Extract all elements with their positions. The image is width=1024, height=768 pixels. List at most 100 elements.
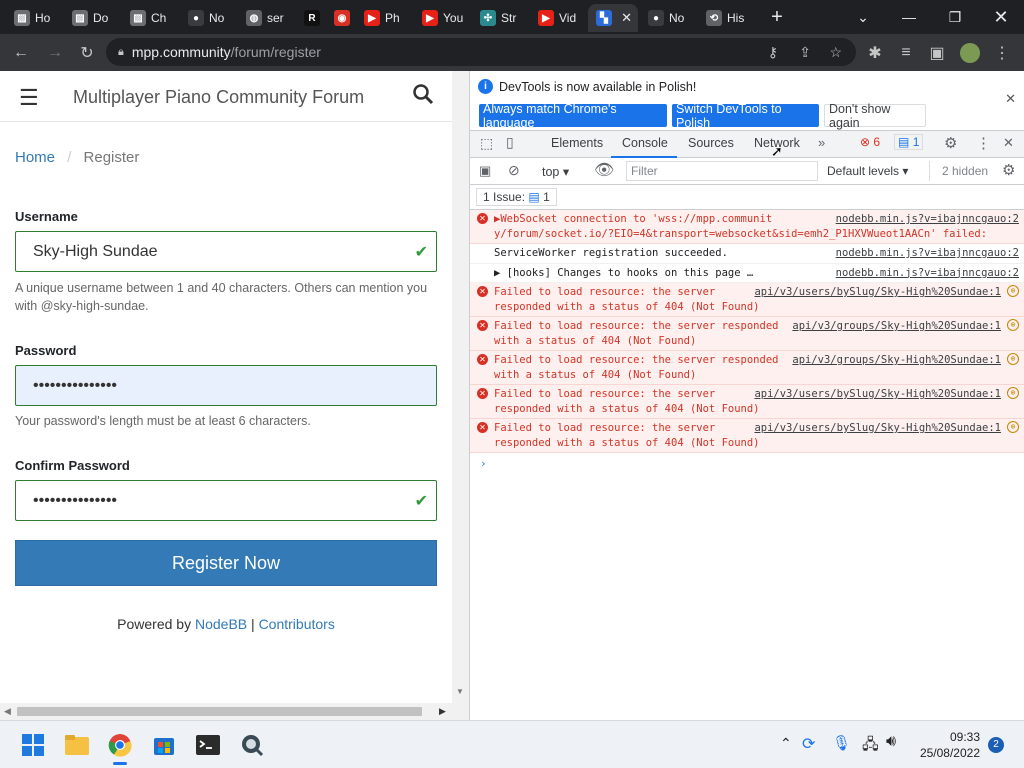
message-count-badge[interactable]: ▤ 1 xyxy=(894,134,924,150)
file-explorer-icon[interactable] xyxy=(63,731,91,759)
settings-gear-icon[interactable]: ⚙ xyxy=(944,134,957,152)
tab-search-icon[interactable]: ⌄ xyxy=(840,0,886,34)
menu-icon[interactable]: ⋮ xyxy=(989,40,1015,66)
reading-list-icon[interactable]: ≡ xyxy=(893,40,919,66)
message-source-link[interactable]: nodebb.min.js?v=ibajnncgauo:2 xyxy=(836,246,1019,261)
microsoft-store-icon[interactable] xyxy=(150,731,178,759)
network-globe-icon[interactable]: ⊕ xyxy=(1007,319,1019,331)
browser-tab[interactable]: ▶ You xyxy=(414,4,470,32)
browser-tab[interactable]: ▚ ✕ xyxy=(588,4,638,32)
message-source-link[interactable]: api/v3/users/bySlug/Sky-High%20Sundae:1 xyxy=(754,285,1001,300)
message-source-link[interactable]: api/v3/users/bySlug/Sky-High%20Sundae:1 xyxy=(754,387,1001,402)
volume-icon[interactable]: 🔊︎ xyxy=(886,733,896,751)
notification-badge[interactable]: 2 xyxy=(988,737,1004,753)
scroll-left-arrow-icon[interactable]: ◀ xyxy=(4,706,11,717)
side-panel-icon[interactable]: ▣ xyxy=(924,40,950,66)
browser-tab[interactable]: R xyxy=(296,4,324,32)
dont-show-again-button[interactable]: Don't show again xyxy=(824,102,926,130)
confirm-password-field[interactable]: ••••••••••••••• ✔ xyxy=(15,480,437,521)
address-bar[interactable]: 🔒︎ mpp.community/forum/register ⚷ ⇪ ☆ xyxy=(106,38,856,66)
network-globe-icon[interactable]: ⊕ xyxy=(1007,387,1019,399)
browser-tab[interactable]: ▶ Ph xyxy=(356,4,412,32)
close-tab-icon[interactable]: ✕ xyxy=(621,10,632,26)
start-windows-icon[interactable] xyxy=(19,731,47,759)
message-source-link[interactable]: nodebb.min.js?v=ibajnncgauo:2 xyxy=(836,266,1019,281)
tray-overflow-chevron-icon[interactable]: ⌃ xyxy=(780,735,792,752)
tab-console[interactable]: Console xyxy=(622,136,668,150)
search-icon[interactable] xyxy=(412,83,434,108)
browser-tab[interactable]: ▨ Ch xyxy=(122,4,178,32)
register-now-button[interactable]: Register Now xyxy=(15,540,437,586)
issues-button[interactable]: 1 Issue: ▤ 1 xyxy=(476,188,557,206)
page-vertical-scrollbar[interactable]: ▼ xyxy=(452,71,469,720)
chrome-icon[interactable] xyxy=(106,731,134,765)
console-settings-gear-icon[interactable]: ⚙ xyxy=(1002,161,1015,179)
match-chrome-language-button[interactable]: Always match Chrome's language xyxy=(479,102,667,130)
terminal-icon[interactable] xyxy=(194,731,222,759)
browser-tab[interactable]: ▨ Ho xyxy=(6,4,62,32)
profile-avatar[interactable] xyxy=(957,40,983,66)
scroll-right-arrow-icon[interactable]: ▶ xyxy=(439,706,446,717)
browser-tab[interactable]: ⟲ His xyxy=(698,4,754,32)
scroll-down-arrow-icon[interactable]: ▼ xyxy=(456,687,464,696)
message-text[interactable]: ▶ [hooks] Changes to hooks on this page … xyxy=(494,267,753,279)
browser-tab[interactable]: ● No xyxy=(180,4,236,32)
restore-button[interactable]: ❐ xyxy=(932,0,978,34)
minimize-button[interactable]: — xyxy=(886,0,932,34)
network-globe-icon[interactable]: ⊕ xyxy=(1007,353,1019,365)
message-source-link[interactable]: api/v3/groups/Sky-High%20Sundae:1 xyxy=(792,353,1001,368)
tab-sources[interactable]: Sources xyxy=(688,136,734,150)
horizontal-scroll-thumb[interactable] xyxy=(17,707,422,716)
error-count-badge[interactable]: ⊗ 6 xyxy=(860,135,880,149)
live-expression-eye-icon[interactable]: 👁︎ xyxy=(594,160,614,180)
log-levels-select[interactable]: Default levels ▾ xyxy=(827,164,908,178)
close-window-button[interactable]: ✕ xyxy=(978,0,1024,34)
message-source-link[interactable]: api/v3/users/bySlug/Sky-High%20Sundae:1 xyxy=(754,421,1001,436)
message-source-link[interactable]: api/v3/groups/Sky-High%20Sundae:1 xyxy=(792,319,1001,334)
browser-tab[interactable]: ✣ Str xyxy=(472,4,528,32)
sync-icon[interactable]: ⟳ xyxy=(802,734,815,754)
filter-input[interactable]: Filter xyxy=(626,161,818,181)
forward-icon[interactable]: → xyxy=(42,40,68,66)
switch-devtools-button[interactable]: Switch DevTools to Polish xyxy=(672,102,819,130)
infobar-close-icon[interactable]: ✕ xyxy=(1005,91,1016,107)
clear-console-icon[interactable]: ⊘ xyxy=(508,162,520,179)
breadcrumb-home[interactable]: Home xyxy=(15,149,55,166)
browser-tab[interactable]: ◉ xyxy=(326,4,354,32)
devtools-menu-icon[interactable]: ⋮ xyxy=(976,134,991,152)
console-prompt-input[interactable]: › xyxy=(470,453,1024,475)
share-icon[interactable]: ⇪ xyxy=(799,44,811,61)
device-toolbar-icon[interactable]: ▯ xyxy=(506,134,514,151)
password-field[interactable]: ••••••••••••••• xyxy=(15,365,437,406)
key-icon[interactable]: ⚷ xyxy=(768,44,778,61)
hamburger-menu-icon[interactable]: ☰ xyxy=(19,85,39,111)
reload-icon[interactable]: ↻ xyxy=(74,40,100,66)
network-globe-icon[interactable]: ⊕ xyxy=(1007,421,1019,433)
close-devtools-icon[interactable]: ✕ xyxy=(1003,135,1014,151)
app-icon[interactable] xyxy=(238,731,266,759)
page-horizontal-scrollbar[interactable]: ◀ ▶ xyxy=(0,703,452,720)
network-icon[interactable]: 🖧︎ xyxy=(862,734,879,759)
breadcrumb-separator: / xyxy=(67,149,72,166)
bookmark-star-icon[interactable]: ☆ xyxy=(829,44,842,61)
clock[interactable]: 09:33 25/08/2022 xyxy=(916,729,980,761)
more-tabs-icon[interactable]: » xyxy=(818,135,825,150)
site-title[interactable]: Multiplayer Piano Community Forum xyxy=(73,87,364,108)
sidebar-toggle-icon[interactable]: ▣ xyxy=(479,163,491,179)
browser-tab[interactable]: ▨ Do xyxy=(64,4,120,32)
username-field[interactable]: Sky-High Sundae ✔ xyxy=(15,231,437,272)
new-tab-button[interactable]: + xyxy=(764,4,790,30)
tab-elements[interactable]: Elements xyxy=(551,136,603,150)
message-source-link[interactable]: nodebb.min.js?v=ibajnncgauo:2 xyxy=(836,212,1019,227)
back-icon[interactable]: ← xyxy=(8,40,34,66)
inspect-element-icon[interactable]: ⬚ xyxy=(480,135,493,152)
browser-tab[interactable]: ● No xyxy=(640,4,696,32)
contributors-link[interactable]: Contributors xyxy=(259,616,335,632)
extensions-icon[interactable]: ✱ xyxy=(862,40,888,66)
context-select[interactable]: top ▾ xyxy=(542,164,569,179)
microphone-icon[interactable]: 🎙︎ xyxy=(832,734,851,752)
network-globe-icon[interactable]: ⊕ xyxy=(1007,285,1019,297)
nodebb-link[interactable]: NodeBB xyxy=(195,616,247,632)
browser-tab[interactable]: ▶ Vid xyxy=(530,4,586,32)
browser-tab[interactable]: ◍ ser xyxy=(238,4,294,32)
